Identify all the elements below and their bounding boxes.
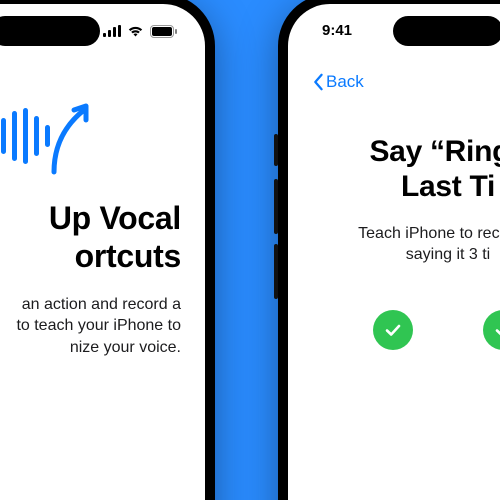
screen-left: Up Vocal ortcuts an action and record a … — [0, 4, 205, 500]
training-content: Back Say “Rings Last Ti Teach iPhone to … — [288, 66, 500, 350]
vocal-shortcuts-hero-icon — [0, 66, 181, 194]
dynamic-island — [0, 16, 100, 46]
progress-checks — [312, 266, 500, 350]
status-right — [103, 25, 177, 38]
battery-icon — [150, 25, 177, 38]
side-button-mute — [274, 134, 278, 166]
sub-l1: Teach iPhone to recogniz — [358, 225, 500, 242]
checkmark-icon — [493, 320, 500, 340]
screen-right: 9:41 Back Say “Rings Last Ti — [288, 4, 500, 500]
check-1 — [373, 310, 413, 350]
page-subtitle: an action and record a to teach your iPh… — [0, 276, 181, 359]
check-2 — [483, 310, 500, 350]
phone-left: Up Vocal ortcuts an action and record a … — [0, 0, 215, 500]
side-button-vol-down — [274, 244, 278, 299]
title-line2: Last Ti — [401, 170, 495, 203]
title-line1: Up Vocal — [49, 200, 181, 236]
page-title: Say “Rings Last Ti — [312, 106, 500, 205]
dynamic-island — [393, 16, 500, 46]
sub-l2: saying it 3 ti — [406, 246, 490, 263]
title-line1: Say “Rings — [369, 135, 500, 168]
back-button[interactable]: Back — [312, 66, 500, 106]
back-label: Back — [326, 72, 364, 92]
sub-l3: nize your voice. — [70, 339, 181, 356]
onboarding-content: Up Vocal ortcuts an action and record a … — [0, 66, 205, 358]
title-line2: ortcuts — [75, 238, 181, 274]
side-button-vol-up — [274, 179, 278, 234]
sub-l2: to teach your iPhone to — [16, 317, 181, 334]
page-subtitle: Teach iPhone to recogniz saying it 3 ti — [312, 205, 500, 266]
page-title: Up Vocal ortcuts — [0, 194, 181, 276]
chevron-left-icon — [312, 73, 324, 91]
status-time: 9:41 — [322, 22, 352, 39]
sub-l1: an action and record a — [22, 296, 181, 313]
cell-signal-icon — [103, 25, 121, 37]
checkmark-icon — [383, 320, 403, 340]
wifi-icon — [127, 25, 144, 37]
phone-right: 9:41 Back Say “Rings Last Ti — [278, 0, 500, 500]
